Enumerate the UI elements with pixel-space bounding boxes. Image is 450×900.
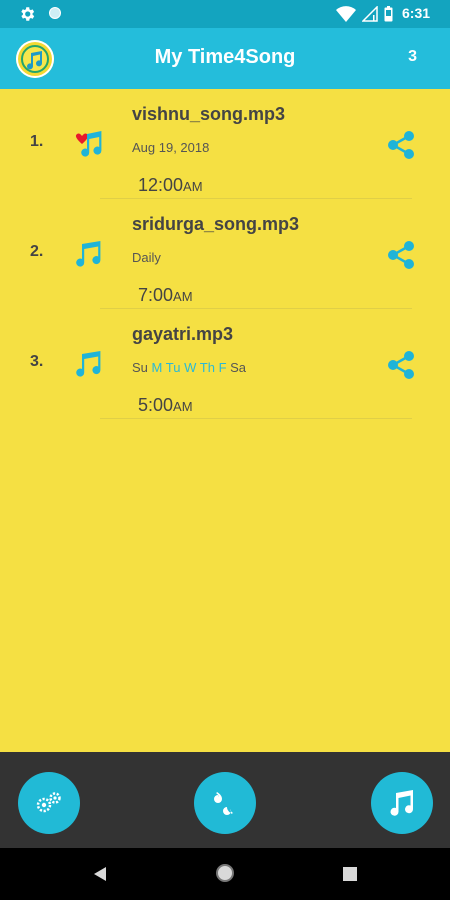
music-button[interactable]	[371, 772, 433, 834]
signal-icon	[362, 6, 378, 22]
song-name: gayatri.mp3	[132, 324, 234, 344]
list-item[interactable]: 3. gayatri.mp3 Su M Tu W Th F Sa 5:00AM	[0, 309, 450, 419]
home-icon[interactable]	[216, 864, 234, 882]
song-index: 2.	[30, 243, 44, 260]
status-time: 6:31	[402, 5, 431, 21]
song-count: 3	[408, 48, 417, 65]
settings-gears-icon	[36, 792, 61, 813]
settings-icon	[21, 7, 35, 21]
app-bar: My Time4Song 3	[0, 28, 450, 89]
day-thursday: Th	[199, 360, 215, 375]
music-note-icon	[76, 351, 101, 377]
song-name: sridurga_song.mp3	[132, 214, 300, 234]
day-wednesday: W	[184, 360, 197, 375]
song-time: 7:00AM	[138, 285, 193, 306]
system-navigation-bar	[0, 848, 450, 900]
day-sunday: Su	[132, 360, 148, 375]
settings-button[interactable]	[18, 772, 80, 834]
music-note-icon	[390, 790, 413, 816]
wifi-icon	[336, 6, 356, 22]
quotes-icon	[214, 792, 233, 815]
battery-icon	[384, 6, 393, 22]
quotes-button[interactable]	[194, 772, 256, 834]
song-index: 3.	[30, 353, 44, 370]
bottom-action-bar	[0, 752, 450, 848]
list-item[interactable]: 2. sridurga_song.mp3 Daily 7:00AM	[0, 199, 450, 309]
app-title: My Time4Song	[154, 46, 296, 68]
day-friday: F	[218, 360, 227, 375]
status-bar: 6:31	[0, 0, 450, 28]
song-time: 12:00AM	[138, 175, 203, 196]
favorite-music-note-icon	[75, 131, 102, 157]
song-schedule: Daily	[132, 250, 161, 265]
song-days: Su M Tu W Th F Sa	[132, 360, 246, 375]
song-time: 5:00AM	[138, 395, 193, 416]
song-time-value: 7:00	[138, 285, 174, 305]
song-time-value: 5:00	[138, 395, 174, 415]
list-item[interactable]: 1. vishnu_song.mp3 Aug 19, 2018 12:00AM	[0, 89, 450, 199]
share-icon[interactable]	[386, 350, 416, 380]
back-icon[interactable]	[92, 866, 108, 882]
song-index: 1.	[30, 133, 44, 150]
row-divider	[100, 418, 412, 419]
song-name: vishnu_song.mp3	[132, 104, 286, 124]
day-tuesday: Tu	[165, 360, 181, 375]
share-icon[interactable]	[386, 240, 416, 270]
day-monday: M	[151, 360, 163, 375]
day-saturday: Sa	[230, 360, 247, 375]
song-time-value: 12:00	[138, 175, 184, 195]
song-time-ampm: AM	[173, 289, 193, 304]
recent-apps-icon[interactable]	[343, 867, 357, 881]
music-note-icon	[76, 241, 101, 267]
song-time-ampm: AM	[183, 179, 203, 194]
share-icon[interactable]	[386, 130, 416, 160]
song-schedule: Aug 19, 2018	[132, 140, 210, 155]
notification-dot-icon	[49, 7, 61, 19]
song-time-ampm: AM	[173, 399, 193, 414]
